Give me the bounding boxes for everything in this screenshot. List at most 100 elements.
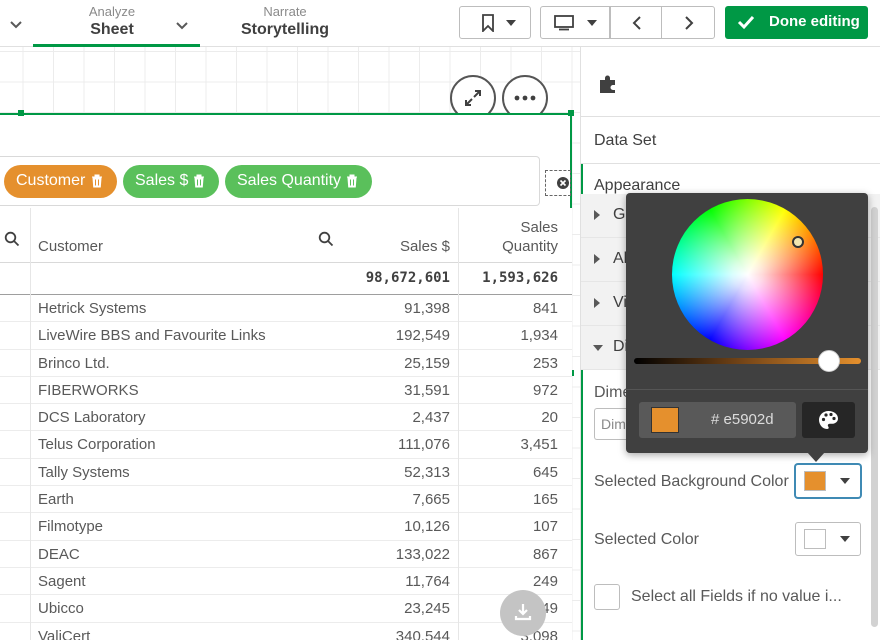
table-row[interactable]: Ubicco23,245749	[0, 595, 572, 623]
clear-selections-button[interactable]	[545, 170, 571, 196]
selected-color-picker[interactable]	[795, 522, 861, 556]
sheets-button[interactable]	[540, 6, 610, 39]
cell-customer[interactable]: Filmotype	[38, 518, 103, 535]
color-wheel[interactable]	[672, 199, 823, 350]
cell-customer[interactable]: Hetrick Systems	[38, 300, 146, 317]
table-row[interactable]: DEAC 133,022 867	[0, 540, 572, 568]
color-swatch	[804, 529, 826, 549]
cell-quantity: 253	[532, 354, 558, 372]
table-row[interactable]: Telus Corporation 111,076 3,451	[0, 431, 572, 459]
expand-icon	[465, 90, 481, 106]
table-header: Customer Sales $ Sales Quantity	[0, 208, 572, 263]
check-icon	[737, 15, 755, 30]
column-divider	[458, 208, 459, 640]
total-sales: 98,672,601	[365, 270, 450, 286]
cell-customer[interactable]: FIBERWORKS	[38, 382, 139, 399]
cell-customer[interactable]: ValiCert	[38, 628, 90, 640]
search-icon[interactable]	[4, 231, 20, 247]
selection-pill-sales[interactable]: Sales $	[123, 165, 219, 198]
chevron-down-icon[interactable]	[6, 14, 26, 34]
cell-sales: 25,159	[404, 354, 450, 372]
trash-icon[interactable]	[91, 174, 103, 188]
cell-quantity: 249	[532, 572, 558, 590]
total-quantity: 1,593,626	[482, 270, 558, 286]
cell-sales: 192,549	[395, 327, 450, 345]
hex-color-input[interactable]: # e5902d	[639, 402, 796, 438]
table-row[interactable]: DCS Laboratory 2,437 20	[0, 404, 572, 432]
select-all-fields-checkbox[interactable]	[594, 584, 620, 610]
column-header-quantity-line2[interactable]: Quantity	[460, 238, 558, 255]
totals-row: 98,672,601 1,593,626	[0, 263, 572, 295]
trash-icon[interactable]	[346, 174, 358, 188]
lightness-slider-handle[interactable]	[818, 350, 840, 372]
accordion-label: Vi	[613, 294, 627, 311]
bookmark-button[interactable]	[459, 6, 531, 39]
next-sheet-button[interactable]	[661, 6, 715, 39]
cell-customer[interactable]: DEAC	[38, 546, 80, 563]
table-row[interactable]: Brinco Ltd. 25,159 253	[0, 349, 572, 377]
selection-pill-sales-quantity[interactable]: Sales Quantity	[225, 165, 372, 198]
selection-pill-customer[interactable]: Customer	[4, 165, 117, 198]
cell-quantity: 165	[532, 491, 558, 509]
table-row[interactable]: LiveWire BBS and Favourite Links 192,549 1…	[0, 322, 572, 350]
table-row[interactable]: Filmotype 10,126 107	[0, 513, 572, 541]
color-wheel-handle[interactable]	[792, 236, 804, 248]
top-toolbar: Analyze Sheet Narrate Storytelling Done …	[0, 0, 880, 47]
cell-customer[interactable]: Brinco Ltd.	[38, 355, 110, 372]
resize-handle[interactable]	[568, 110, 574, 116]
chevron-right-icon	[685, 16, 694, 30]
panel-scrollbar[interactable]	[871, 207, 878, 627]
download-button[interactable]	[500, 590, 546, 636]
table-row[interactable]: FIBERWORKS 31,591 972	[0, 376, 572, 405]
resize-handle[interactable]	[18, 110, 24, 116]
cell-customer[interactable]: Sagent	[38, 573, 86, 590]
cell-sales: 11,764	[405, 572, 450, 590]
section-data-set[interactable]: Data Set	[581, 117, 880, 164]
previous-sheet-button[interactable]	[610, 6, 662, 39]
column-header-customer[interactable]: Customer	[38, 238, 103, 255]
cell-sales: 133,022	[395, 545, 450, 563]
popover-arrow	[807, 452, 825, 462]
caret-right-icon	[594, 298, 600, 308]
search-icon[interactable]	[318, 231, 334, 247]
cell-sales: 23,245	[404, 600, 450, 618]
color-swatch	[804, 471, 826, 491]
trash-icon[interactable]	[193, 174, 205, 188]
cell-sales: 10,126	[404, 518, 450, 536]
cell-quantity: 972	[532, 381, 558, 399]
done-editing-label: Done editing	[769, 13, 860, 30]
cell-quantity: 20	[541, 409, 558, 427]
cell-customer[interactable]: LiveWire BBS and Favourite Links	[38, 327, 266, 344]
select-all-fields-label: Select all Fields if no value i...	[631, 588, 842, 605]
caret-right-icon	[594, 210, 600, 220]
cell-quantity: 867	[532, 545, 558, 563]
table-row[interactable]: Tally Systems 52,313 645	[0, 458, 572, 487]
cell-customer[interactable]: Ubicco	[38, 600, 84, 617]
tab-analyze-sheet[interactable]: Analyze Sheet	[33, 0, 200, 47]
cell-customer[interactable]: Telus Corporation	[38, 436, 156, 453]
table-row[interactable]: ValiCert 340,544 3,098	[0, 622, 572, 640]
selection-pill-label: Sales $	[135, 172, 189, 189]
selected-background-color-picker[interactable]	[795, 464, 861, 498]
chevron-down-icon[interactable]	[174, 18, 190, 34]
cell-customer[interactable]: Earth	[38, 491, 74, 508]
hex-value[interactable]: # e5902d	[711, 411, 774, 428]
extension-puzzle-icon	[600, 75, 615, 93]
table-row[interactable]: Earth 7,665 165	[0, 486, 572, 514]
table-row[interactable]: Sagent 11,764 249	[0, 567, 572, 596]
column-header-sales[interactable]: Sales $	[360, 238, 450, 255]
cell-customer[interactable]: Tally Systems	[38, 464, 130, 481]
section-data-set-label: Data Set	[594, 132, 657, 149]
cell-sales: 111,076	[398, 436, 450, 454]
cell-customer[interactable]: DCS Laboratory	[38, 409, 146, 426]
table-row[interactable]: Hetrick Systems 91,398 841	[0, 295, 572, 323]
tab-narrate-storytelling[interactable]: Narrate Storytelling	[220, 0, 350, 47]
palette-icon	[819, 411, 838, 429]
done-editing-button[interactable]: Done editing	[725, 6, 868, 39]
bookmark-icon	[482, 14, 494, 32]
column-header-quantity-line1[interactable]: Sales	[460, 219, 558, 236]
table-body: Hetrick Systems 91,398 841 LiveWire BBS and…	[0, 295, 572, 640]
palette-button[interactable]	[802, 402, 855, 438]
chevron-down-icon	[840, 536, 850, 542]
tab-analyze-label: Analyze	[88, 4, 136, 19]
